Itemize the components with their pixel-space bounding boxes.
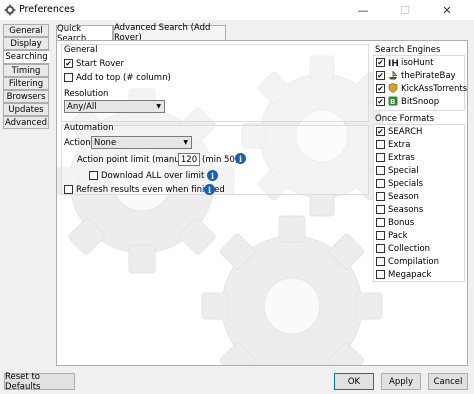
automation-group-title: Automation: [64, 123, 114, 133]
format-checkbox[interactable]: [376, 192, 385, 201]
engine-isohunt-checkbox[interactable]: [376, 58, 385, 67]
search-engines-title: Search Engines: [375, 45, 441, 55]
format-label: Megapack: [388, 270, 432, 280]
sidebar-tab-filtering[interactable]: Filtering: [3, 77, 49, 90]
format-checkbox[interactable]: [376, 166, 385, 175]
action-point-limit-hint: (min 50): [202, 155, 239, 165]
format-label: Extras: [388, 153, 415, 163]
pirate-ship-icon: [389, 71, 398, 80]
download-all-label: Download ALL over limit: [101, 171, 205, 181]
minimize-button[interactable]: —: [348, 0, 378, 20]
format-checkbox[interactable]: [376, 205, 385, 214]
tab-quick-search[interactable]: Quick Search: [56, 24, 113, 44]
action-value: None: [94, 137, 117, 148]
resolution-dropdown[interactable]: Any/All ▼: [64, 100, 165, 113]
chevron-down-icon: ▼: [183, 139, 188, 146]
format-checkbox[interactable]: [376, 244, 385, 253]
search-settings-panel: General Start Rover Add to top (# column…: [56, 40, 468, 366]
format-label: Specials: [388, 179, 424, 189]
app-gear-icon: [4, 4, 16, 16]
format-label: Bonus: [388, 218, 415, 228]
download-all-checkbox[interactable]: [89, 171, 98, 180]
start-rover-checkbox[interactable]: [64, 59, 73, 68]
format-label: Compilation: [388, 257, 440, 267]
add-to-top-label: Add to top (# column): [76, 73, 171, 83]
engine-kickasstorrents-checkbox[interactable]: [376, 84, 385, 93]
resolution-label: Resolution: [64, 89, 109, 99]
apply-button[interactable]: Apply: [381, 373, 421, 390]
format-checkbox[interactable]: [376, 218, 385, 227]
close-button[interactable]: ✕: [432, 0, 462, 20]
refresh-results-label: Refresh results even when finished: [76, 185, 225, 195]
tab-advanced-search[interactable]: Advanced Search (Add Rover): [113, 23, 226, 43]
ok-button[interactable]: OK: [334, 373, 374, 390]
engine-label: BitSnoop: [401, 97, 440, 107]
sidebar-tab-searching[interactable]: Searching: [3, 50, 50, 64]
svg-text:IH: IH: [388, 59, 398, 67]
format-checkbox[interactable]: [376, 127, 385, 136]
maximize-button[interactable]: ☐: [390, 0, 420, 20]
format-checkbox[interactable]: [376, 257, 385, 266]
format-checkbox[interactable]: [376, 153, 385, 162]
format-label: Season: [388, 192, 419, 202]
window-title: Preferences: [19, 4, 75, 15]
info-icon[interactable]: i: [235, 153, 246, 164]
info-icon[interactable]: i: [207, 170, 218, 181]
format-checkbox[interactable]: [376, 140, 385, 149]
action-label: Action: [64, 138, 91, 148]
refresh-results-checkbox[interactable]: [64, 185, 73, 194]
chevron-down-icon: ▼: [156, 103, 161, 110]
format-checkbox[interactable]: [376, 231, 385, 240]
format-label: Extra: [388, 140, 411, 150]
format-label: Collection: [388, 244, 431, 254]
sidebar-tab-general[interactable]: General: [3, 24, 49, 37]
engine-thepiratebay-checkbox[interactable]: [376, 71, 385, 80]
add-to-top-checkbox[interactable]: [64, 73, 73, 82]
sidebar-tab-advanced[interactable]: Advanced: [3, 116, 49, 129]
format-label: Seasons: [388, 205, 424, 215]
reset-to-defaults-button[interactable]: Reset to Defaults: [4, 372, 75, 392]
action-dropdown[interactable]: None ▼: [91, 136, 192, 149]
shield-icon: [388, 83, 398, 93]
engine-bitsnoop-checkbox[interactable]: [376, 97, 385, 106]
svg-text:B: B: [390, 98, 395, 106]
sidebar-tab-updates[interactable]: Updates: [3, 103, 49, 116]
title-bar: Preferences — ☐ ✕: [0, 0, 474, 20]
format-checkbox[interactable]: [376, 179, 385, 188]
cancel-button[interactable]: Cancel: [428, 373, 468, 390]
format-label: Pack: [388, 231, 408, 241]
engine-label: KickAssTorrents: [401, 84, 468, 94]
bitsnoop-icon: B: [388, 96, 398, 106]
start-rover-label: Start Rover: [76, 59, 124, 69]
format-label: SEARCH: [388, 127, 423, 137]
format-label: Special: [388, 166, 419, 176]
sidebar-tab-display[interactable]: Display: [3, 37, 49, 50]
action-point-limit-label: Action point limit (manual): [77, 155, 191, 165]
once-formats-title: Once Formats: [375, 114, 435, 124]
engine-label: thePirateBay: [401, 71, 456, 81]
action-point-limit-input[interactable]: 120: [178, 153, 200, 166]
general-group-title: General: [64, 45, 98, 55]
isohunt-icon: IH: [388, 59, 398, 67]
sidebar-tab-timing[interactable]: Timing: [3, 64, 49, 77]
resolution-value: Any/All: [67, 101, 97, 112]
sidebar-tab-browsers[interactable]: Browsers: [3, 90, 49, 103]
engine-label: isoHunt: [401, 58, 434, 68]
format-checkbox[interactable]: [376, 270, 385, 279]
info-icon[interactable]: i: [204, 184, 215, 195]
